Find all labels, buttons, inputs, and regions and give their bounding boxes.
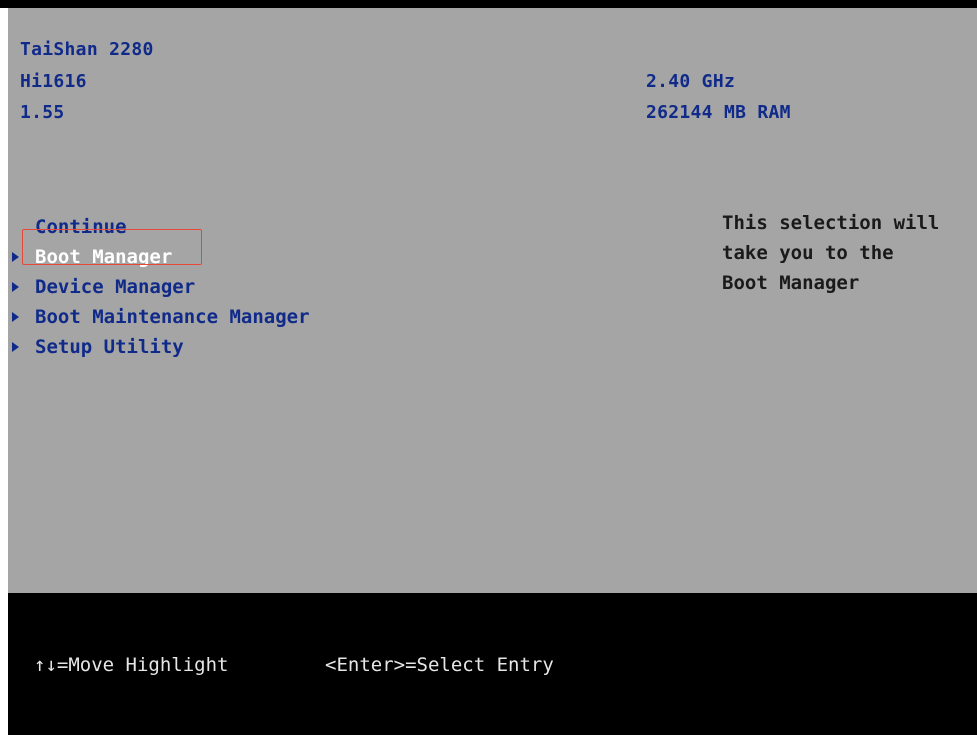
footer-hint-select: <Enter>=Select Entry xyxy=(325,654,554,676)
submenu-arrow-icon xyxy=(12,342,19,352)
system-cpu: Hi1616 xyxy=(20,71,87,92)
footer-hint-move: ↑↓=Move Highlight xyxy=(34,654,229,676)
menu-item-boot-manager[interactable]: Boot Manager xyxy=(12,243,432,271)
menu-item-boot-maintenance-manager[interactable]: Boot Maintenance Manager xyxy=(12,303,432,331)
help-line: take you to the xyxy=(722,242,894,264)
menu-item-label: Boot Manager xyxy=(35,246,173,268)
menu-item-setup-utility[interactable]: Setup Utility xyxy=(12,333,432,361)
firmware-version: 1.55 xyxy=(20,102,65,123)
cpu-speed: 2.40 GHz xyxy=(646,71,736,92)
bios-screen: TaiShan 2280 Hi1616 1.55 2.40 GHz 262144… xyxy=(0,0,977,735)
help-line: Boot Manager xyxy=(722,272,860,294)
menu-item-continue[interactable]: Continue xyxy=(12,213,432,241)
system-model: TaiShan 2280 xyxy=(20,39,154,60)
submenu-arrow-icon xyxy=(12,282,19,292)
menu-item-label: Device Manager xyxy=(35,276,196,298)
menu-item-label: Continue xyxy=(35,216,127,238)
submenu-arrow-icon xyxy=(12,312,19,322)
top-border xyxy=(0,0,977,8)
help-text: This selection will take you to the Boot… xyxy=(722,208,972,298)
memory-size: 262144 MB RAM xyxy=(646,102,791,123)
menu-item-label: Setup Utility xyxy=(35,336,184,358)
help-line: This selection will xyxy=(722,212,940,234)
menu-item-device-manager[interactable]: Device Manager xyxy=(12,273,432,301)
menu-item-label: Boot Maintenance Manager xyxy=(35,306,310,328)
submenu-arrow-icon xyxy=(12,252,19,262)
